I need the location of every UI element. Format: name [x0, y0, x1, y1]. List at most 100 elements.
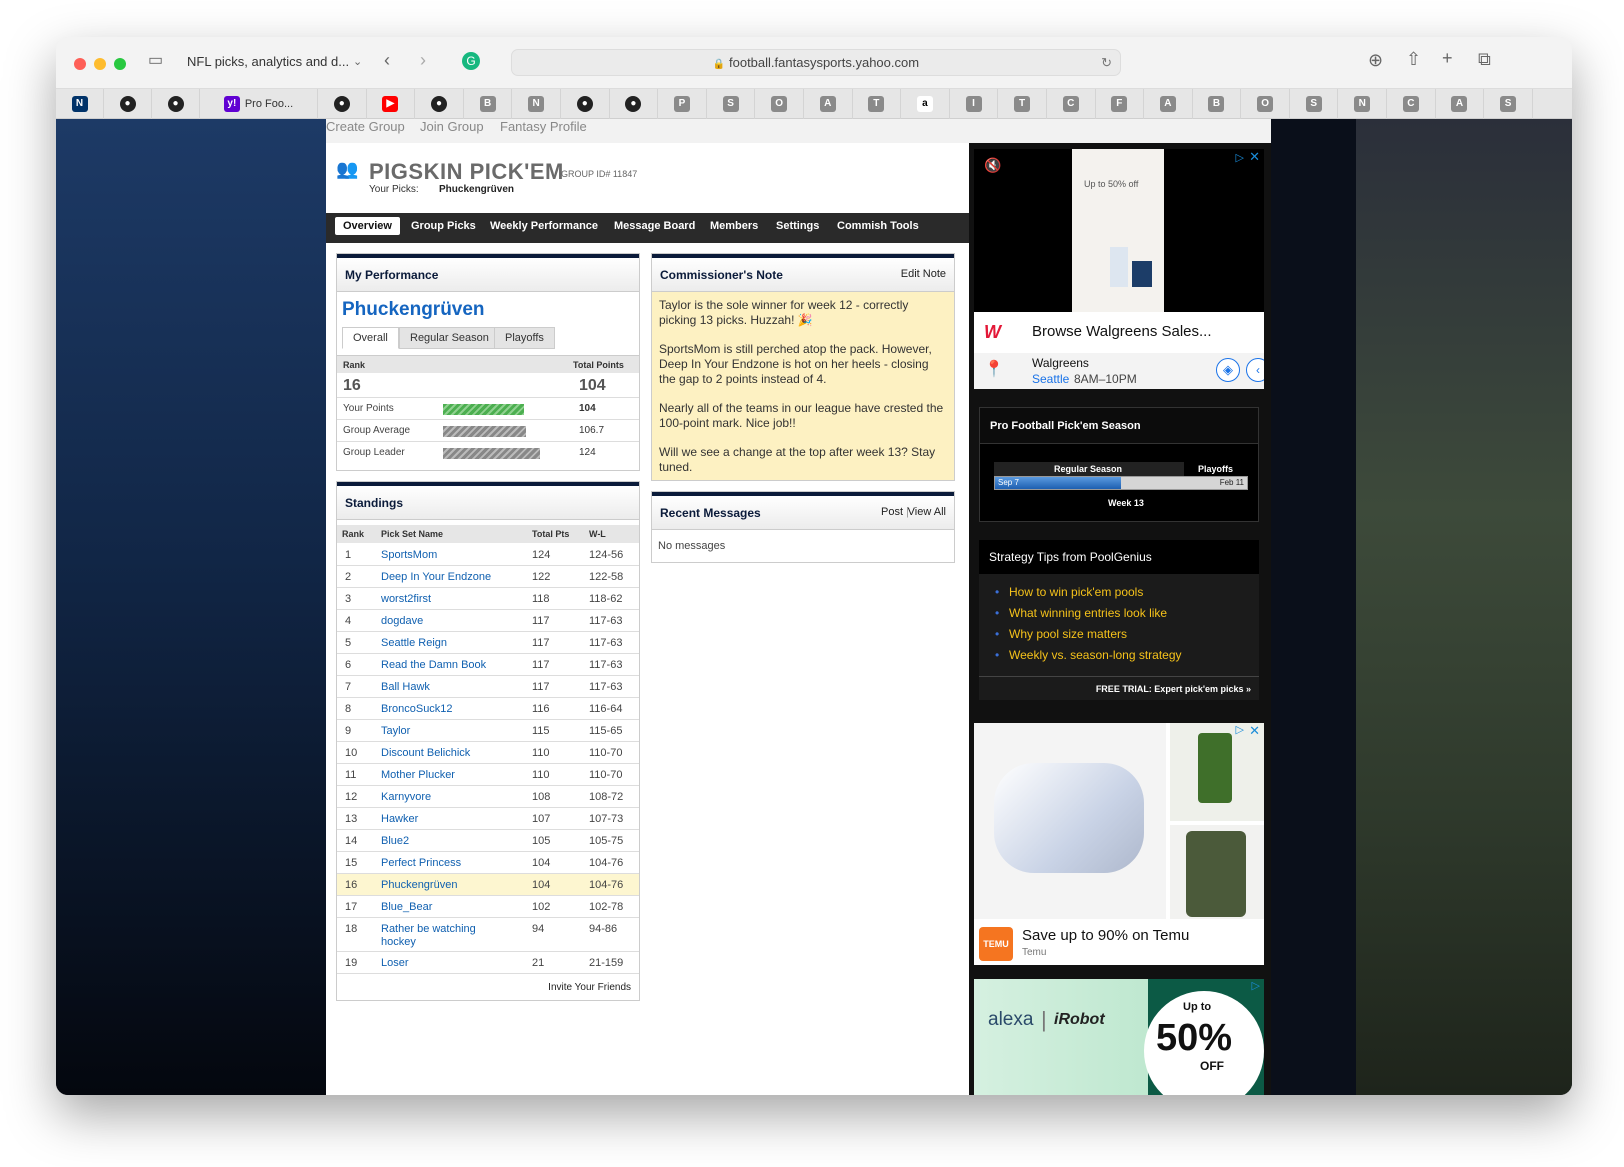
favorite-item[interactable]: A	[1436, 89, 1485, 119]
back-icon[interactable]: ‹	[384, 50, 390, 71]
tip-link[interactable]: What winning entries look like	[995, 606, 1167, 620]
tab-settings[interactable]: Settings	[776, 220, 819, 232]
irobot-ad[interactable]: alexa | iRobot Up to 50% OFF ▷	[974, 979, 1264, 1095]
pick-set-link[interactable]: Mother Plucker	[381, 769, 455, 781]
share-icon[interactable]: ⇧	[1406, 49, 1421, 70]
pick-set-link[interactable]: Blue_Bear	[381, 901, 432, 913]
favorite-item[interactable]: y! Pro Foo...	[200, 89, 318, 119]
pick-set-link[interactable]: Rather be watching hockey	[381, 923, 476, 949]
new-tab-icon[interactable]: +	[1442, 48, 1453, 69]
pick-set-link[interactable]: Blue2	[381, 835, 409, 847]
adchoices-icon[interactable]: ▷	[1252, 979, 1260, 992]
invite-friends-link[interactable]: Invite Your Friends	[548, 982, 631, 993]
zoom-window-button[interactable]	[114, 58, 126, 70]
edit-note-link[interactable]: Edit Note	[901, 268, 946, 280]
favorite-item[interactable]: P	[658, 89, 707, 119]
grammarly-icon[interactable]: G	[462, 52, 480, 70]
favorite-item[interactable]: T	[998, 89, 1047, 119]
pick-set-link[interactable]: Loser	[381, 957, 409, 969]
post-link[interactable]: Post	[881, 506, 903, 518]
reload-icon[interactable]: ↻	[1101, 50, 1112, 76]
tip-link[interactable]: Weekly vs. season-long strategy	[995, 648, 1181, 662]
favorite-item[interactable]: T	[853, 89, 902, 119]
favorite-item[interactable]: F	[1096, 89, 1145, 119]
view-all-link[interactable]: View All	[908, 506, 946, 518]
address-bar[interactable]: 🔒 football.fantasysports.yahoo.com ↻	[511, 49, 1121, 76]
favorite-item[interactable]: B	[464, 89, 513, 119]
subtab-regular-season[interactable]: Regular Season	[399, 327, 500, 349]
pick-set-link[interactable]: Read the Damn Book	[381, 659, 486, 671]
walgreens-ad[interactable]: 🔇 Up to 50% off ▷ ✕ W Browse Walgreens S…	[974, 149, 1264, 389]
subtab-overall[interactable]: Overall	[342, 327, 399, 349]
free-trial-link[interactable]: FREE TRIAL: Expert pick'em picks »	[1096, 684, 1251, 694]
subtab-playoffs[interactable]: Playoffs	[494, 327, 555, 349]
tip-link[interactable]: How to win pick'em pools	[995, 585, 1143, 599]
favorite-item[interactable]: N	[512, 89, 561, 119]
directions-icon[interactable]: ◈	[1216, 358, 1240, 382]
favorite-item[interactable]: S	[1484, 89, 1533, 119]
tab-members[interactable]: Members	[710, 220, 758, 232]
favorite-item[interactable]: A	[804, 89, 853, 119]
chevron-down-icon[interactable]: ⌄	[353, 55, 362, 68]
close-ad-icon[interactable]: ✕	[1249, 723, 1260, 739]
fantasy-profile-link[interactable]: Fantasy Profile	[500, 119, 587, 134]
favorite-item[interactable]: N	[1338, 89, 1388, 119]
pick-set-link[interactable]: Ball Hawk	[381, 681, 430, 693]
pick-set-link[interactable]: dogdave	[381, 615, 423, 627]
tab-title[interactable]: NFL picks, analytics and d...	[187, 54, 349, 69]
carousel-prev-icon[interactable]: ‹	[1246, 358, 1264, 382]
tab-weekly-performance[interactable]: Weekly Performance	[490, 220, 598, 232]
ad-headline[interactable]: Browse Walgreens Sales...	[1032, 323, 1212, 340]
tip-link[interactable]: Why pool size matters	[995, 627, 1127, 641]
performance-name[interactable]: Phuckengrüven	[342, 299, 485, 321]
temu-ad[interactable]: ▷ ✕ TEMU Save up to 90% on Temu Temu	[974, 723, 1264, 965]
pick-set-link[interactable]: BroncoSuck12	[381, 703, 453, 715]
adchoices-icon[interactable]: ▷	[1236, 151, 1244, 164]
favorite-item[interactable]: O	[755, 89, 804, 119]
favorite-item[interactable]: a	[901, 89, 950, 119]
favorite-item[interactable]: S	[707, 89, 756, 119]
favorite-item[interactable]: C	[1047, 89, 1096, 119]
favorite-item[interactable]: S	[1290, 89, 1339, 119]
favorite-item[interactable]: ▶	[367, 89, 416, 119]
tab-commish-tools[interactable]: Commish Tools	[837, 220, 919, 232]
favorite-item[interactable]: I	[950, 89, 999, 119]
favorite-item[interactable]: O	[1241, 89, 1290, 119]
minimize-window-button[interactable]	[94, 58, 106, 70]
favorite-item[interactable]: N	[56, 89, 104, 119]
pick-set-link[interactable]: Karnyvore	[381, 791, 431, 803]
pick-set-link[interactable]: Deep In Your Endzone	[381, 571, 491, 583]
pick-set-link[interactable]: Hawker	[381, 813, 418, 825]
ad-headline[interactable]: Save up to 90% on Temu	[1022, 927, 1189, 944]
favorite-item[interactable]: ●	[561, 89, 610, 119]
close-window-button[interactable]	[74, 58, 86, 70]
pick-set-link[interactable]: SportsMom	[381, 549, 437, 561]
pick-set-link[interactable]: worst2first	[381, 593, 431, 605]
tab-group-picks[interactable]: Group Picks	[411, 220, 476, 232]
pick-set-link[interactable]: Perfect Princess	[381, 857, 461, 869]
mute-icon[interactable]: 🔇	[984, 157, 1001, 174]
forward-icon[interactable]: ›	[420, 50, 426, 71]
pick-set-link[interactable]: Seattle Reign	[381, 637, 447, 649]
favorite-item[interactable]: ●	[610, 89, 659, 119]
favorite-item[interactable]: ●	[318, 89, 367, 119]
join-group-link[interactable]: Join Group	[420, 119, 484, 134]
favorite-item[interactable]: C	[1387, 89, 1436, 119]
create-group-link[interactable]: Create Group	[326, 119, 405, 134]
favorite-item[interactable]: B	[1193, 89, 1242, 119]
adchoices-icon[interactable]: ▷	[1236, 723, 1244, 736]
pick-set-link[interactable]: Taylor	[381, 725, 410, 737]
sidebar-toggle-icon[interactable]: ▭	[148, 50, 163, 70]
favorite-item[interactable]: ●	[415, 89, 464, 119]
your-picks-name[interactable]: Phuckengrüven	[439, 184, 514, 195]
tab-message-board[interactable]: Message Board	[614, 220, 695, 232]
favorite-item[interactable]: ●	[104, 89, 152, 119]
tab-overview-icon[interactable]: ⧉	[1478, 49, 1491, 70]
favorite-item[interactable]: ●	[152, 89, 200, 119]
favorite-item[interactable]: A	[1144, 89, 1193, 119]
download-icon[interactable]: ⊕	[1368, 50, 1383, 71]
close-ad-icon[interactable]: ✕	[1249, 149, 1260, 165]
pick-set-link[interactable]: Phuckengrüven	[381, 879, 457, 891]
pick-set-link[interactable]: Discount Belichick	[381, 747, 470, 759]
tab-overview[interactable]: Overview	[335, 217, 400, 235]
